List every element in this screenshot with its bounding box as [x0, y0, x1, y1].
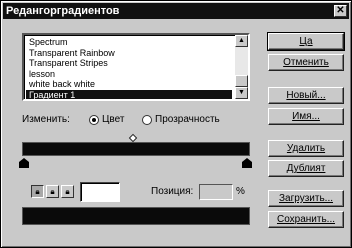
save-button-label: Сохранить... [276, 214, 336, 225]
lock-icon: 🔒︎ [35, 187, 40, 196]
arrow-down-icon: ▼ [238, 89, 245, 96]
list-item[interactable]: Transparent Rainbow [26, 48, 232, 59]
transparency-radio-label: Прозрачность [155, 114, 220, 125]
gradient-preview [22, 207, 250, 225]
rename-button-label: Имя... [292, 111, 320, 122]
delete-button-label: Удалить [286, 143, 326, 154]
scroll-down-button[interactable]: ▼ [235, 87, 248, 99]
scroll-thumb[interactable] [235, 75, 248, 87]
new-button-label: Новый... [286, 90, 326, 101]
list-item[interactable]: Transparent Stripes [26, 58, 232, 69]
color-stop-left[interactable] [19, 158, 29, 168]
color-stop-right[interactable] [242, 158, 252, 168]
delete-button[interactable]: Удалить [268, 140, 344, 157]
lock-button-2[interactable]: 🔒︎ [46, 185, 59, 198]
location-input[interactable] [199, 184, 233, 200]
adjust-label: Изменить: [22, 114, 70, 125]
list-item[interactable]: Spectrum [26, 37, 232, 48]
list-item[interactable]: lesson [26, 69, 232, 80]
scroll-up-button[interactable]: ▲ [235, 35, 248, 47]
location-label: Позиция: [151, 186, 194, 197]
list-scrollbar[interactable]: ▲ ▼ [235, 35, 248, 99]
color-radio-label: Цвет [102, 114, 125, 125]
close-icon: ✕ [336, 5, 345, 16]
load-button-label: Загрузить... [279, 193, 333, 204]
cancel-button[interactable]: Отменить [268, 54, 344, 71]
gradient-bar[interactable] [22, 142, 250, 156]
list-item[interactable]: white back white [26, 79, 232, 90]
rename-button[interactable]: Имя... [268, 108, 344, 125]
lock-icon: 🔒︎ [50, 187, 55, 196]
transparency-radio[interactable] [142, 115, 152, 125]
new-button[interactable]: Новый... [268, 87, 344, 104]
close-button[interactable]: ✕ [334, 5, 347, 17]
title-bar: Редангорградиентов ✕ [3, 3, 349, 19]
lock-button-1[interactable]: 🔒︎ [31, 185, 44, 198]
midpoint-marker[interactable] [128, 133, 138, 143]
color-radio[interactable] [89, 115, 99, 125]
gradient-list[interactable]: Spectrum Transparent Rainbow Transparent… [22, 33, 250, 101]
duplicate-button-label: Дублият [286, 163, 326, 174]
duplicate-button[interactable]: Дублият [268, 160, 344, 177]
arrow-up-icon: ▲ [238, 37, 245, 44]
gradient-editor-dialog: Редангорградиентов ✕ Spectrum Transparen… [0, 0, 352, 248]
list-item-selected[interactable]: Градиент 1 [26, 89, 232, 99]
color-swatch[interactable] [80, 182, 120, 202]
ok-button-label: Ца [299, 36, 313, 47]
gradient-list-items: Spectrum Transparent Rainbow Transparent… [26, 37, 232, 99]
load-button[interactable]: Загрузить... [268, 190, 344, 207]
lock-icon: 🔒︎ [65, 187, 70, 196]
location-unit: % [236, 186, 245, 197]
ok-button[interactable]: Ца [267, 32, 345, 51]
cancel-button-label: Отменить [283, 57, 329, 68]
window-title: Редангорградиентов [6, 5, 120, 17]
lock-button-3[interactable]: 🔒︎ [61, 185, 74, 198]
save-button[interactable]: Сохранить... [268, 211, 344, 228]
